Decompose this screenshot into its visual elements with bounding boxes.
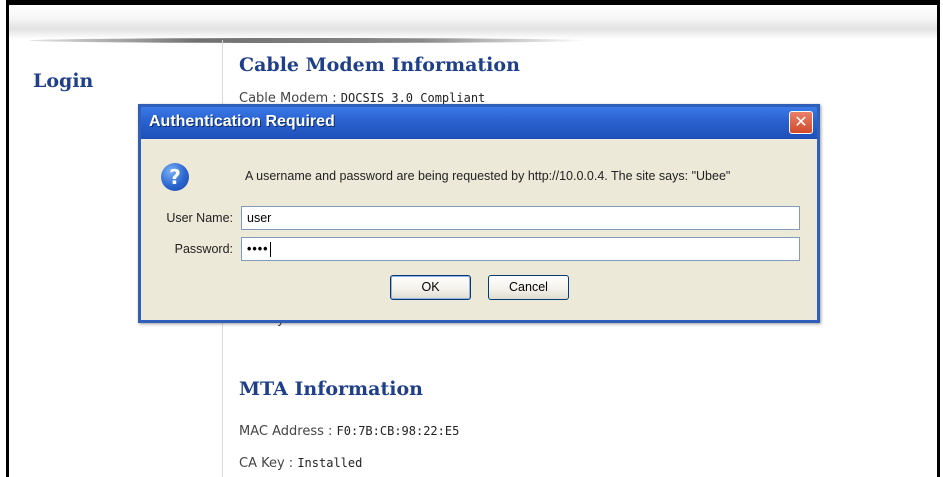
ok-button[interactable]: OK	[390, 275, 471, 300]
mta-ca-key-label: CA Key :	[239, 456, 294, 471]
text-caret	[269, 242, 271, 258]
close-icon[interactable]: ✕	[789, 111, 813, 134]
page-frame-left	[0, 0, 9, 477]
cable-modem-title: Cable Modem Information	[239, 54, 520, 76]
mta-mac-label: MAC Address :	[239, 424, 333, 439]
password-field[interactable]: ••••	[241, 237, 800, 261]
header-swoosh	[29, 38, 589, 43]
page-frame-right	[937, 0, 943, 477]
mta-title: MTA Information	[239, 378, 423, 400]
password-mask: ••••	[247, 242, 269, 256]
password-label: Password:	[174, 242, 233, 256]
username-field[interactable]: user	[241, 206, 800, 230]
dialog-titlebar[interactable]: Authentication Required ✕	[141, 107, 817, 139]
mta-ca-key-line: CA Key : Installed	[239, 456, 362, 471]
header-banner	[9, 5, 937, 43]
mta-mac-line: MAC Address : F0:7B:CB:98:22:E5	[239, 424, 459, 439]
question-icon: ?	[161, 163, 189, 191]
sidebar-item-login[interactable]: Login	[33, 70, 93, 92]
auth-dialog: Authentication Required ✕ ? A username a…	[138, 104, 820, 323]
cable-modem-value: DOCSIS 3.0 Compliant	[340, 91, 486, 105]
mta-ca-key-value: Installed	[297, 456, 363, 470]
dialog-message: A username and password are being reques…	[245, 169, 731, 183]
cancel-button[interactable]: Cancel	[488, 275, 569, 300]
username-value: user	[247, 211, 272, 225]
dialog-title: Authentication Required	[149, 113, 335, 130]
username-label: User Name:	[166, 211, 233, 225]
mta-mac-value: F0:7B:CB:98:22:E5	[336, 424, 460, 438]
